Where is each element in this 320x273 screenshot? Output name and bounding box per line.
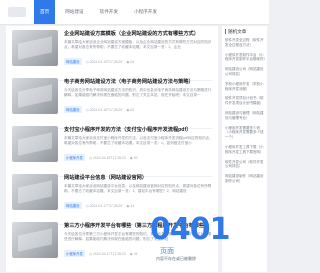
post-date: 2024-04-17T17:26:20 bbox=[93, 251, 126, 256]
post-title[interactable]: 企业网站建设方案模板（企业网站建设的方式有哪些方式） bbox=[64, 30, 214, 37]
post-meta: 小程序开发 ◷ 2024-04-17T17:26:20 ◉ 41 bbox=[64, 250, 138, 257]
eye-icon: ◉ bbox=[126, 59, 130, 64]
clock-icon: ◷ bbox=[85, 59, 89, 64]
post-item[interactable]: 企业网站建设方案模板（企业网站建设的方式有哪些方式） 本篇文章给大家谈谈企业网站… bbox=[12, 30, 212, 81]
post-thumbnail[interactable] bbox=[12, 78, 58, 114]
sidebar-link[interactable]: 学校小程序开发（学校小程序开发流程） bbox=[225, 82, 266, 92]
post-date: 2024-04-19T17:26:20 bbox=[89, 59, 123, 64]
watermark-logo: 0401 页面 内容不存在或已被删除 bbox=[150, 212, 262, 270]
post-meta: 网站建设 ◷ 2024-04-18T17:26:20 ◉ 62 bbox=[64, 106, 134, 113]
watermark-mark: 页面 bbox=[160, 248, 174, 255]
post-excerpt: 本篇文章给大家谈谈企业网站建设方案模板，以及企业网站建设的方式有哪些方式对应的知… bbox=[64, 40, 212, 49]
category-tag[interactable]: 小程序开发 bbox=[64, 250, 85, 257]
eye-icon: ◉ bbox=[126, 107, 130, 112]
post-meta: 小程序开发 ◷ 2024-04-18T17:26:20 ◉ 50 bbox=[64, 154, 138, 161]
post-thumbnail[interactable] bbox=[12, 30, 58, 66]
top-navbar: 首页 网站建设 软件开发 小程序开发 bbox=[0, 0, 269, 25]
post-title[interactable]: 支付宝小程序开发的方法（支付宝小程序开发流程pdf） bbox=[64, 126, 214, 133]
sidebar-link[interactable]: 软件开发全过程（软件开发全过程及方法） bbox=[225, 38, 266, 48]
category-tag[interactable]: 网站建设 bbox=[64, 106, 82, 113]
clock-icon: ◷ bbox=[88, 155, 93, 160]
watermark-number: 0401 bbox=[150, 212, 230, 247]
view-count: 50 bbox=[133, 155, 138, 160]
sidebar-link[interactable]: 软件开发公司（软件开发公司排名） bbox=[225, 160, 266, 170]
sidebar-link[interactable]: 网站建设制作（网站建设制作公司） bbox=[225, 174, 266, 184]
sidebar-link[interactable]: 网站建设与管理（网站建设与管理专业） bbox=[225, 111, 266, 121]
view-count: 64 bbox=[130, 59, 135, 64]
view-count: 62 bbox=[130, 107, 135, 112]
site-logo[interactable] bbox=[8, 7, 26, 17]
category-tag[interactable]: 网站建设 bbox=[64, 202, 82, 209]
sidebar-link[interactable]: 小程序开发工具下载（小程序开发工具下载官网） bbox=[225, 145, 266, 155]
sidebar-link[interactable]: 软件开发项目计划书（软件开发项目计划书模板） bbox=[225, 96, 266, 106]
post-item[interactable]: 电子商务网站建设方法（电子商务网站建设方法与策略） 今天给各位分享电子商务网站建… bbox=[12, 78, 212, 129]
clock-icon: ◷ bbox=[88, 251, 93, 256]
clock-icon: ◷ bbox=[85, 107, 89, 112]
eye-icon: ◉ bbox=[126, 203, 130, 208]
post-title[interactable]: 网站建设平台信息（网站建设官网） bbox=[64, 174, 214, 181]
post-excerpt: 今天给各位分享电子商务网站建设方法的知识，其中也会对电子商务网站建设方法与策略进… bbox=[64, 88, 212, 97]
category-tag[interactable]: 网站建设 bbox=[64, 58, 82, 65]
view-count: 43 bbox=[130, 203, 135, 208]
post-item[interactable]: 支付宝小程序开发的方法（支付宝小程序开发流程pdf） 本篇文章给大家谈谈支付宝小… bbox=[12, 126, 214, 177]
view-count: 41 bbox=[133, 251, 138, 256]
post-thumbnail[interactable] bbox=[12, 126, 58, 162]
post-excerpt: 本篇文章给大家谈谈支付宝小程序开发的方法，以及支付宝小程序开发流程pdf对应的知… bbox=[64, 136, 213, 145]
nav-item-software-dev[interactable]: 软件开发 bbox=[94, 0, 124, 24]
eye-icon: ◉ bbox=[129, 155, 133, 160]
post-title[interactable]: 电子商务网站建设方法（电子商务网站建设方法与策略） bbox=[64, 78, 214, 85]
eye-icon: ◉ bbox=[129, 251, 133, 256]
sidebar-title: 随机文章 bbox=[225, 29, 246, 35]
clock-icon: ◷ bbox=[85, 203, 89, 208]
post-excerpt: 本篇文章给大家谈谈网站建设平台信息，以及网站建设官网对应的知识点，希望对各位有所… bbox=[64, 184, 212, 193]
post-date: 2024-04-18T17:26:20 bbox=[89, 107, 123, 112]
sidebar-list: 软件开发全过程（软件开发全过程及方法） 小程序开发制作平台（小程序开发制作平台哪… bbox=[225, 38, 266, 189]
nav-item-home[interactable]: 首页 bbox=[34, 0, 56, 24]
post-thumbnail[interactable] bbox=[12, 174, 58, 210]
sidebar-link[interactable]: 小程序开发制作平台（小程序开发制作平台哪家好） bbox=[225, 53, 266, 63]
main-nav: 首页 网站建设 软件开发 小程序开发 bbox=[34, 0, 167, 24]
sidebar-link[interactable]: 网站建设公司（网站建设公司排名） bbox=[225, 67, 266, 77]
nav-item-web-design[interactable]: 网站建设 bbox=[59, 0, 89, 24]
watermark-subtext: 内容不存在或已被删除 bbox=[156, 256, 196, 261]
post-meta: 网站建设 ◷ 2024-04-19T17:26:20 ◉ 64 bbox=[64, 58, 134, 65]
category-tag[interactable]: 小程序开发 bbox=[64, 154, 85, 161]
nav-item-mini-program[interactable]: 小程序开发 bbox=[128, 0, 163, 24]
post-thumbnail[interactable] bbox=[12, 222, 58, 258]
post-date: 2024-04-17T17:26:20 bbox=[89, 203, 123, 208]
post-date: 2024-04-18T17:26:20 bbox=[93, 155, 126, 160]
sidebar-link[interactable]: 小程序开发需要多少钱（小程序开发需要多少钱一个） bbox=[225, 126, 266, 140]
post-meta: 网站建设 ◷ 2024-04-17T17:26:20 ◉ 43 bbox=[64, 202, 134, 209]
